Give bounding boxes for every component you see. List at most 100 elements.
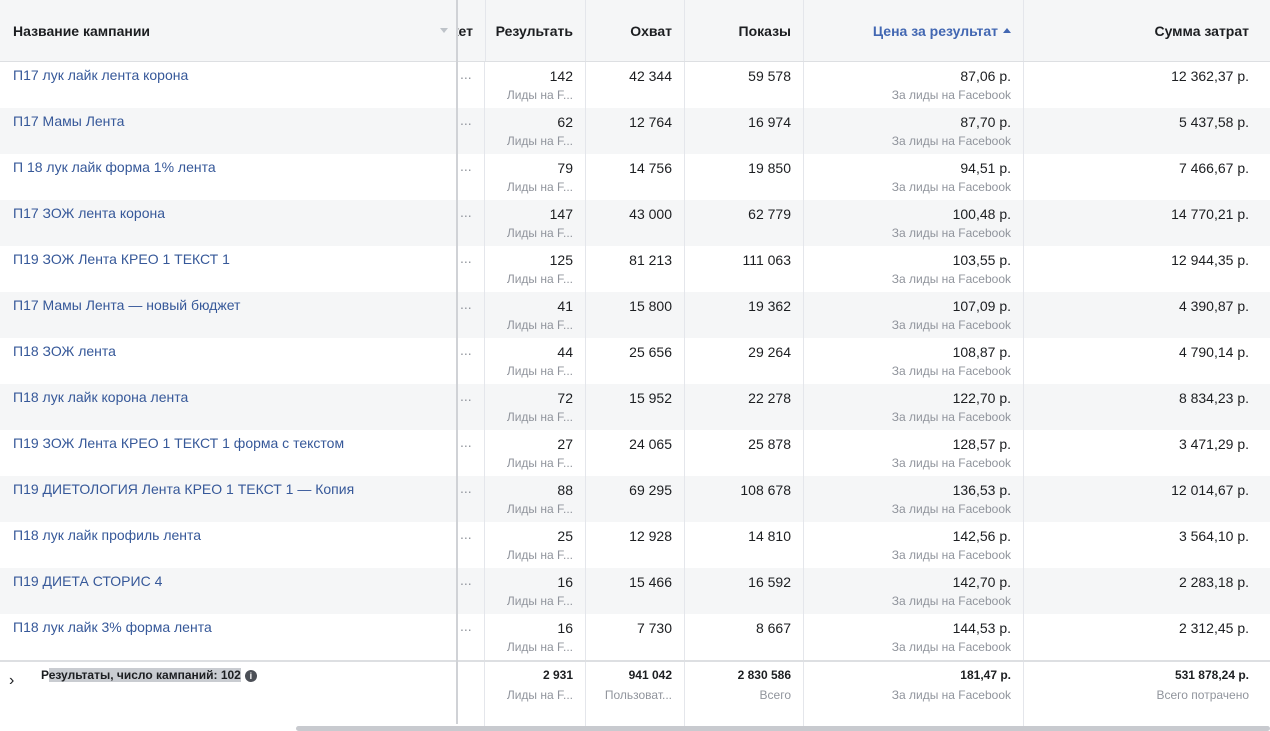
campaign-name-link[interactable]: П19 ДИЕТА СТОРИС 4 — [0, 568, 456, 614]
chevron-down-icon[interactable] — [440, 28, 448, 33]
campaign-name-link[interactable]: П17 лук лайк лента корона — [0, 62, 456, 108]
reach-value: 25 656 — [629, 344, 672, 360]
table-row[interactable]: П19 ДИЕТОЛОГИЯ Лента КРЕО 1 ТЕКСТ 1 — Ко… — [0, 476, 1270, 522]
results-value: 147 — [549, 206, 573, 222]
campaign-name-link[interactable]: П18 лук лайк профиль лента — [0, 522, 456, 568]
summary-cpr-cell: 181,47 р. За лиды на Facebook — [804, 662, 1024, 726]
cost-per-result-subtext: За лиды на Facebook — [891, 180, 1011, 194]
reach-cell: 24 065 — [586, 430, 685, 476]
results-cell: 142 Лиды на F... — [486, 62, 586, 108]
campaign-name-link[interactable]: П19 ДИЕТОЛОГИЯ Лента КРЕО 1 ТЕКСТ 1 — Ко… — [0, 476, 456, 522]
column-header-reach[interactable]: Охват — [586, 0, 685, 61]
amount-spent-cell: 7 466,67 р. — [1024, 154, 1266, 200]
chevron-right-icon[interactable]: › — [9, 672, 14, 690]
cost-per-result-cell: 87,06 р. За лиды на Facebook — [804, 62, 1024, 108]
column-header-label: Цена за результат — [872, 22, 998, 39]
summary-label-highlight: езультаты, число кампаний: 102 — [48, 668, 241, 682]
results-subtext: Лиды на F... — [506, 456, 573, 470]
cost-per-result-subtext: За лиды на Facebook — [891, 272, 1011, 286]
amount-spent-cell: 12 944,35 р. — [1024, 246, 1266, 292]
campaign-name-link[interactable]: П18 лук лайк 3% форма лента — [0, 614, 456, 660]
impressions-value: 62 779 — [748, 206, 791, 222]
impressions-cell: 16 974 — [685, 108, 804, 154]
table-row[interactable]: П18 ЗОЖ лента... 44 Лиды на F... 25 656 29 2… — [0, 338, 1270, 384]
reach-value: 12 928 — [629, 528, 672, 544]
amount-spent-value: 2 283,18 р. — [1178, 574, 1249, 590]
info-icon[interactable]: i — [244, 669, 257, 682]
table-row[interactable]: П19 ДИЕТА СТОРИС 4... 16 Лиды на F... 15 46… — [0, 568, 1270, 614]
impressions-value: 25 878 — [748, 436, 791, 452]
table-row[interactable]: П18 лук лайк 3% форма лента... 16 Лиды на … — [0, 614, 1270, 660]
summary-impressions-subtext: Всего — [759, 688, 791, 702]
reach-value: 14 756 — [629, 160, 672, 176]
column-header-label: Название кампании — [13, 22, 151, 39]
column-header-campaign-name[interactable]: Название кампании — [0, 0, 456, 61]
table-row[interactable]: П17 Мамы Лента — новый бюджет... 41 Лиды н… — [0, 292, 1270, 338]
reach-cell: 15 952 — [586, 384, 685, 430]
cost-per-result-value: 144,53 р. — [952, 620, 1011, 636]
reach-cell: 42 344 — [586, 62, 685, 108]
impressions-cell: 19 362 — [685, 292, 804, 338]
impressions-value: 108 678 — [740, 482, 791, 498]
results-subtext: Лиды на F... — [506, 548, 573, 562]
reach-cell: 81 213 — [586, 246, 685, 292]
summary-cpr-subtext: За лиды на Facebook — [891, 688, 1011, 702]
results-subtext: Лиды на F... — [506, 364, 573, 378]
reach-value: 24 065 — [629, 436, 672, 452]
amount-spent-value: 2 312,45 р. — [1178, 620, 1249, 636]
campaign-name-link[interactable]: П19 ЗОЖ Лента КРЕО 1 ТЕКСТ 1 форма с тек… — [0, 430, 456, 476]
reach-cell: 43 000 — [586, 200, 685, 246]
results-value: 16 — [557, 620, 573, 636]
table-row[interactable]: П17 ЗОЖ лента корона... 147 Лиды на F... 43… — [0, 200, 1270, 246]
campaign-name-link[interactable]: П18 лук лайк корона лента — [0, 384, 456, 430]
results-subtext: Лиды на F... — [506, 318, 573, 332]
cost-per-result-value: 142,56 р. — [952, 528, 1011, 544]
amount-spent-cell: 4 390,87 р. — [1024, 292, 1266, 338]
column-header-cost-per-result[interactable]: Цена за результат — [804, 0, 1024, 61]
impressions-value: 29 264 — [748, 344, 791, 360]
column-header-amount-spent[interactable]: Сумма затрат — [1024, 0, 1266, 61]
amount-spent-value: 14 770,21 р. — [1171, 206, 1249, 222]
reach-cell: 14 756 — [586, 154, 685, 200]
cost-per-result-cell: 144,53 р. За лиды на Facebook — [804, 614, 1024, 660]
summary-cpr-value: 181,47 р. — [960, 668, 1011, 682]
campaign-name-link[interactable]: П17 Мамы Лента — [0, 108, 456, 154]
table-row[interactable]: П19 ЗОЖ Лента КРЕО 1 ТЕКСТ 1 форма с тек… — [0, 430, 1270, 476]
results-cell: 16 Лиды на F... — [486, 568, 586, 614]
cost-per-result-cell: 107,09 р. За лиды на Facebook — [804, 292, 1024, 338]
reach-value: 81 213 — [629, 252, 672, 268]
table-row[interactable]: П17 лук лайк лента корона... 142 Лиды на F… — [0, 62, 1270, 108]
table-row[interactable]: П19 ЗОЖ Лента КРЕО 1 ТЕКСТ 1... 125 Лиды н… — [0, 246, 1270, 292]
summary-results-subtext: Лиды на F... — [506, 688, 573, 702]
reach-cell: 15 466 — [586, 568, 685, 614]
results-subtext: Лиды на F... — [506, 410, 573, 424]
table-row[interactable]: П18 лук лайк корона лента... 72 Лиды на F.… — [0, 384, 1270, 430]
impressions-cell: 8 667 — [685, 614, 804, 660]
campaign-name-link[interactable]: П17 Мамы Лента — новый бюджет — [0, 292, 456, 338]
budget-cell: ... — [458, 384, 485, 430]
impressions-value: 16 974 — [748, 114, 791, 130]
amount-spent-cell: 8 834,23 р. — [1024, 384, 1266, 430]
results-value: 62 — [557, 114, 573, 130]
table-row[interactable]: П18 лук лайк профиль лента... 25 Лиды на F… — [0, 522, 1270, 568]
campaign-name-link[interactable]: П17 ЗОЖ лента корона — [0, 200, 456, 246]
campaign-name-link[interactable]: П18 ЗОЖ лента — [0, 338, 456, 384]
amount-spent-cell: 2 312,45 р. — [1024, 614, 1266, 660]
cost-per-result-value: 87,06 р. — [960, 68, 1011, 84]
amount-spent-value: 3 471,29 р. — [1178, 436, 1249, 452]
column-header-impressions[interactable]: Показы — [685, 0, 804, 61]
column-header-budget[interactable]: жет — [458, 0, 486, 61]
column-header-results[interactable]: Результать — [486, 0, 586, 61]
campaign-name-link[interactable]: П 18 лук лайк форма 1% лента — [0, 154, 456, 200]
amount-spent-cell: 2 283,18 р. — [1024, 568, 1266, 614]
impressions-cell: 29 264 — [685, 338, 804, 384]
table-row[interactable]: П17 Мамы Лента... 62 Лиды на F... 12 764 16 … — [0, 108, 1270, 154]
horizontal-scrollbar[interactable] — [296, 726, 1270, 731]
summary-results-cell: 2 931 Лиды на F... — [486, 662, 586, 726]
amount-spent-cell: 14 770,21 р. — [1024, 200, 1266, 246]
campaign-name-link[interactable]: П19 ЗОЖ Лента КРЕО 1 ТЕКСТ 1 — [0, 246, 456, 292]
cost-per-result-subtext: За лиды на Facebook — [891, 594, 1011, 608]
table-row[interactable]: П 18 лук лайк форма 1% лента... 79 Лиды на… — [0, 154, 1270, 200]
results-cell: 25 Лиды на F... — [486, 522, 586, 568]
summary-cell: › Результаты, число кампаний: 102 i — [0, 662, 456, 726]
